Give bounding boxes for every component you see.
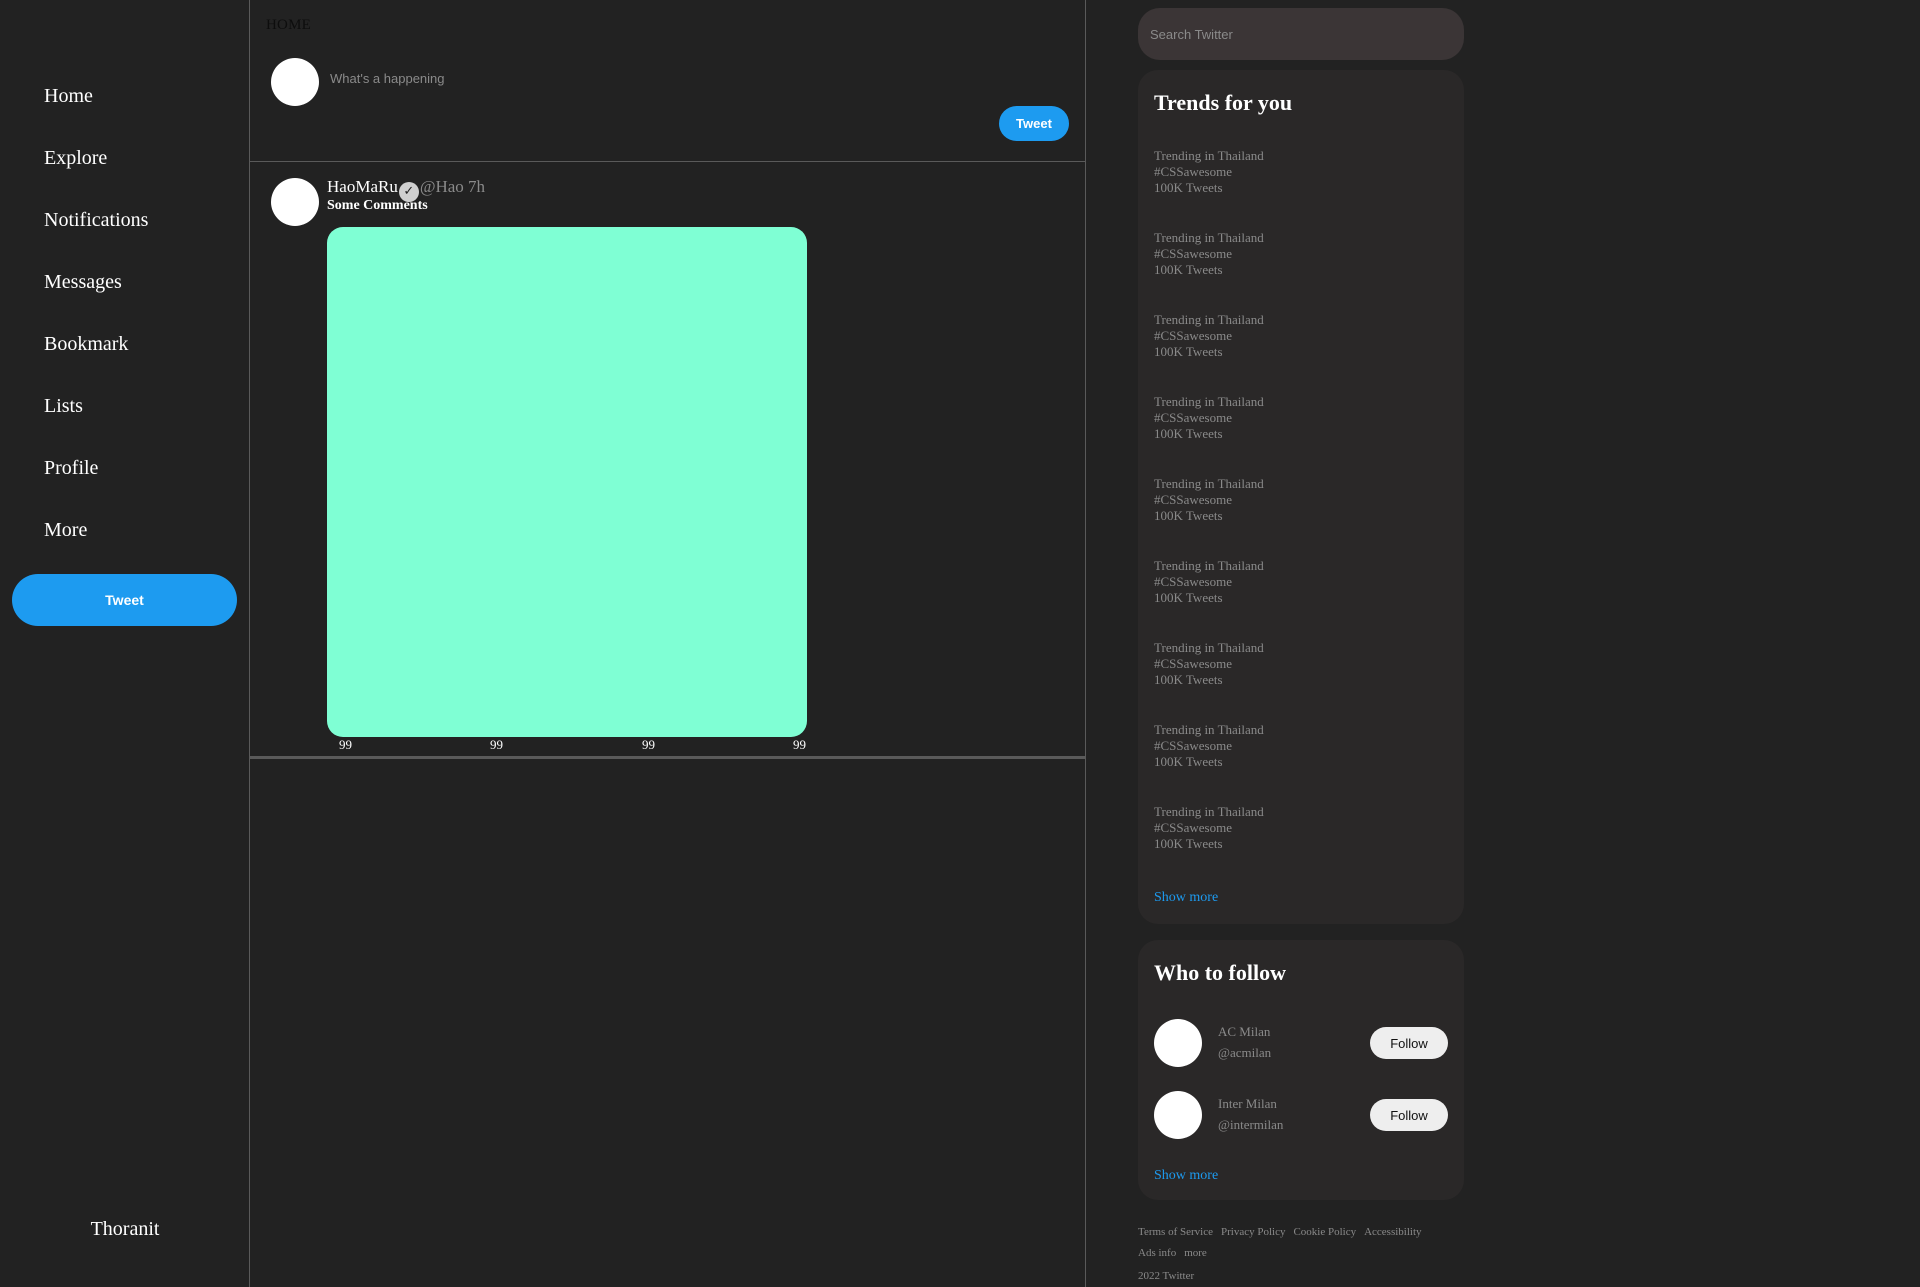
who-to-follow-card: Who to follow AC Milan @acmilan Follow I…	[1138, 940, 1464, 1200]
trend-item[interactable]: Trending in Thailand #CSSawesome 100K Tw…	[1154, 230, 1264, 278]
main-feed: HOME Tweet HaoMaRu✓@Hao 7h Some Comments…	[250, 0, 1086, 1287]
footer-links: Terms of Service Privacy Policy Cookie Pol…	[1138, 1222, 1478, 1264]
like-count[interactable]: 99	[642, 737, 655, 753]
footer-link-accessibility[interactable]: Accessibility	[1364, 1226, 1421, 1238]
trend-item[interactable]: Trending in Thailand #CSSawesome 100K Tw…	[1154, 312, 1264, 360]
retweet-count[interactable]: 99	[490, 737, 503, 753]
nav-item-home[interactable]: Home	[44, 82, 148, 144]
account-info[interactable]: AC Milan @acmilan	[1218, 1021, 1271, 1063]
sidebar-tweet-button[interactable]: Tweet	[12, 574, 237, 626]
account-username[interactable]: Thoranit	[0, 1218, 250, 1241]
follow-button[interactable]: Follow	[1370, 1027, 1448, 1059]
trend-item[interactable]: Trending in Thailand #CSSawesome 100K Tw…	[1154, 722, 1264, 770]
account-handle: @acmilan	[1218, 1045, 1272, 1060]
nav-item-notifications[interactable]: Notifications	[44, 206, 148, 268]
trend-item[interactable]: Trending in Thailand #CSSawesome 100K Tw…	[1154, 640, 1264, 688]
nav-item-bookmark[interactable]: Bookmark	[44, 330, 148, 392]
reply-count[interactable]: 99	[339, 737, 352, 753]
footer-link-terms[interactable]: Terms of Service	[1138, 1226, 1213, 1238]
footer-link-ads-info[interactable]: Ads info	[1138, 1247, 1176, 1259]
trend-item[interactable]: Trending in Thailand #CSSawesome 100K Tw…	[1154, 476, 1264, 524]
follow-show-more-link[interactable]: Show more	[1154, 1168, 1218, 1184]
trend-item[interactable]: Trending in Thailand #CSSawesome 100K Tw…	[1154, 804, 1264, 852]
compose-input[interactable]	[328, 70, 732, 87]
trend-item[interactable]: Trending in Thailand #CSSawesome 100K Tw…	[1154, 394, 1264, 442]
follow-suggestion: Inter Milan @intermilan Follow	[1154, 1091, 1448, 1139]
trend-item[interactable]: Trending in Thailand #CSSawesome 100K Tw…	[1154, 558, 1264, 606]
compose-tweet-button[interactable]: Tweet	[999, 106, 1069, 141]
nav-item-explore[interactable]: Explore	[44, 144, 148, 206]
trends-card: Trends for you Trending in Thailand #CSS…	[1138, 70, 1464, 924]
compose-avatar	[271, 58, 319, 106]
search-input[interactable]	[1138, 8, 1464, 60]
trends-title: Trends for you	[1154, 90, 1293, 115]
footer-link-cookie[interactable]: Cookie Policy	[1293, 1226, 1356, 1238]
footer-link-more[interactable]: more	[1184, 1247, 1207, 1259]
trends-show-more-link[interactable]: Show more	[1154, 890, 1218, 906]
account-avatar[interactable]	[1154, 1019, 1202, 1067]
post-avatar[interactable]	[271, 178, 319, 226]
post-media-image[interactable]	[327, 227, 807, 737]
account-name: Inter Milan	[1218, 1096, 1277, 1111]
account-handle: @intermilan	[1218, 1117, 1284, 1132]
nav-item-more[interactable]: More	[44, 516, 148, 578]
share-count[interactable]: 99	[793, 737, 806, 753]
divider	[250, 756, 1085, 759]
nav-item-lists[interactable]: Lists	[44, 392, 148, 454]
post-text: Some Comments	[327, 198, 428, 213]
trend-item[interactable]: Trending in Thailand #CSSawesome 100K Tw…	[1154, 148, 1264, 196]
who-to-follow-title: Who to follow	[1154, 960, 1286, 985]
account-info[interactable]: Inter Milan @intermilan	[1218, 1093, 1283, 1135]
account-name: AC Milan	[1218, 1024, 1271, 1039]
follow-button[interactable]: Follow	[1370, 1099, 1448, 1131]
nav-item-messages[interactable]: Messages	[44, 268, 148, 330]
divider	[250, 161, 1085, 162]
footer-link-privacy[interactable]: Privacy Policy	[1221, 1226, 1285, 1238]
page-title: HOME	[266, 17, 311, 33]
nav-menu: Home Explore Notifications Messages Book…	[44, 82, 148, 578]
account-avatar[interactable]	[1154, 1091, 1202, 1139]
post-handle-time: @Hao 7h	[419, 177, 486, 196]
copyright: 2022 Twitter	[1138, 1270, 1195, 1282]
follow-suggestion: AC Milan @acmilan Follow	[1154, 1019, 1448, 1067]
post-stats: 99 99 99 99	[339, 737, 809, 755]
left-sidebar: Home Explore Notifications Messages Book…	[0, 0, 250, 1287]
nav-item-profile[interactable]: Profile	[44, 454, 148, 516]
post-author-name[interactable]: HaoMaRu	[327, 177, 398, 196]
